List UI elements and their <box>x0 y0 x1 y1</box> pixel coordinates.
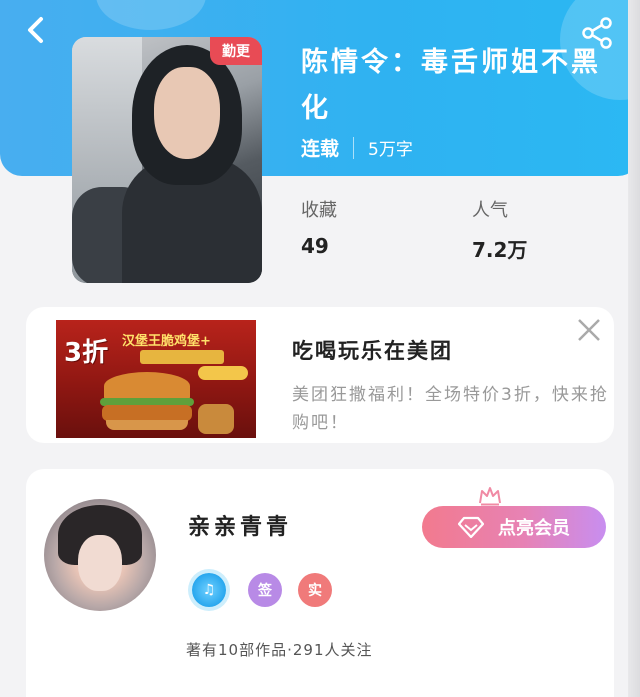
popularity-label: 人气 <box>472 200 508 221</box>
cover-figure-face <box>154 67 220 159</box>
crown-icon <box>479 487 501 506</box>
favorites-stat: 收藏 49 <box>301 196 337 258</box>
ad-description: 美团狂撒福利！全场特价3折，快来抢购吧！ <box>292 385 609 433</box>
ad-image-promo: 汉堡王脆鸡堡+ <box>122 334 211 349</box>
popularity-value: 7.2万 <box>472 238 528 262</box>
ad-title: 吃喝玩乐在美团 <box>292 339 453 363</box>
share-icon[interactable] <box>580 16 614 50</box>
book-meta: 连载 5万字 <box>301 134 413 161</box>
book-status: 连载 <box>301 138 340 160</box>
author-card: 亲亲青青 点亮会员 ♫ 签 实 著有10部作品·291人关注 <box>26 469 614 697</box>
vip-button[interactable]: 点亮会员 <box>422 506 606 548</box>
burger-bun <box>104 372 190 400</box>
author-name[interactable]: 亲亲青青 <box>188 509 292 541</box>
popularity-stat: 人气 7.2万 <box>472 196 527 263</box>
ad-image[interactable]: 3折 汉堡王脆鸡堡+ <box>56 320 256 438</box>
avatar[interactable] <box>44 499 156 611</box>
back-arrow-icon[interactable] <box>20 14 52 46</box>
author-stats: 著有10部作品·291人关注 <box>186 641 373 659</box>
favorites-label: 收藏 <box>301 200 337 221</box>
ad-image-subtitle <box>140 350 224 364</box>
scrollbar[interactable] <box>628 0 640 697</box>
gem-icon <box>458 516 484 538</box>
update-badge: 勤更 <box>210 37 262 65</box>
burger-bottom-bun <box>106 420 188 430</box>
ad-banner[interactable]: 3折 汉堡王脆鸡堡+ 吃喝玩乐在美团 美团狂撒福利！全场特价3折，快来抢购吧！ <box>26 307 614 443</box>
book-cover[interactable]: 勤更 <box>72 37 262 283</box>
verified-badge[interactable]: 实 <box>298 573 332 607</box>
close-icon[interactable] <box>574 315 604 345</box>
book-title: 陈情令：毒舌师姐不黑化 <box>301 47 601 124</box>
decor-bubble <box>96 0 206 30</box>
vip-button-label: 点亮会员 <box>498 518 570 539</box>
favorites-value: 49 <box>301 234 329 258</box>
ad-image-order-pill <box>198 366 248 380</box>
word-count: 5万字 <box>368 140 413 160</box>
music-badge-icon[interactable]: ♫ <box>192 573 226 607</box>
meta-divider <box>353 136 355 159</box>
avatar-face <box>78 535 122 591</box>
ad-image-discount: 3折 <box>64 338 109 368</box>
nuggets <box>198 404 234 434</box>
burger-patty <box>102 405 192 421</box>
signed-badge[interactable]: 签 <box>248 573 282 607</box>
